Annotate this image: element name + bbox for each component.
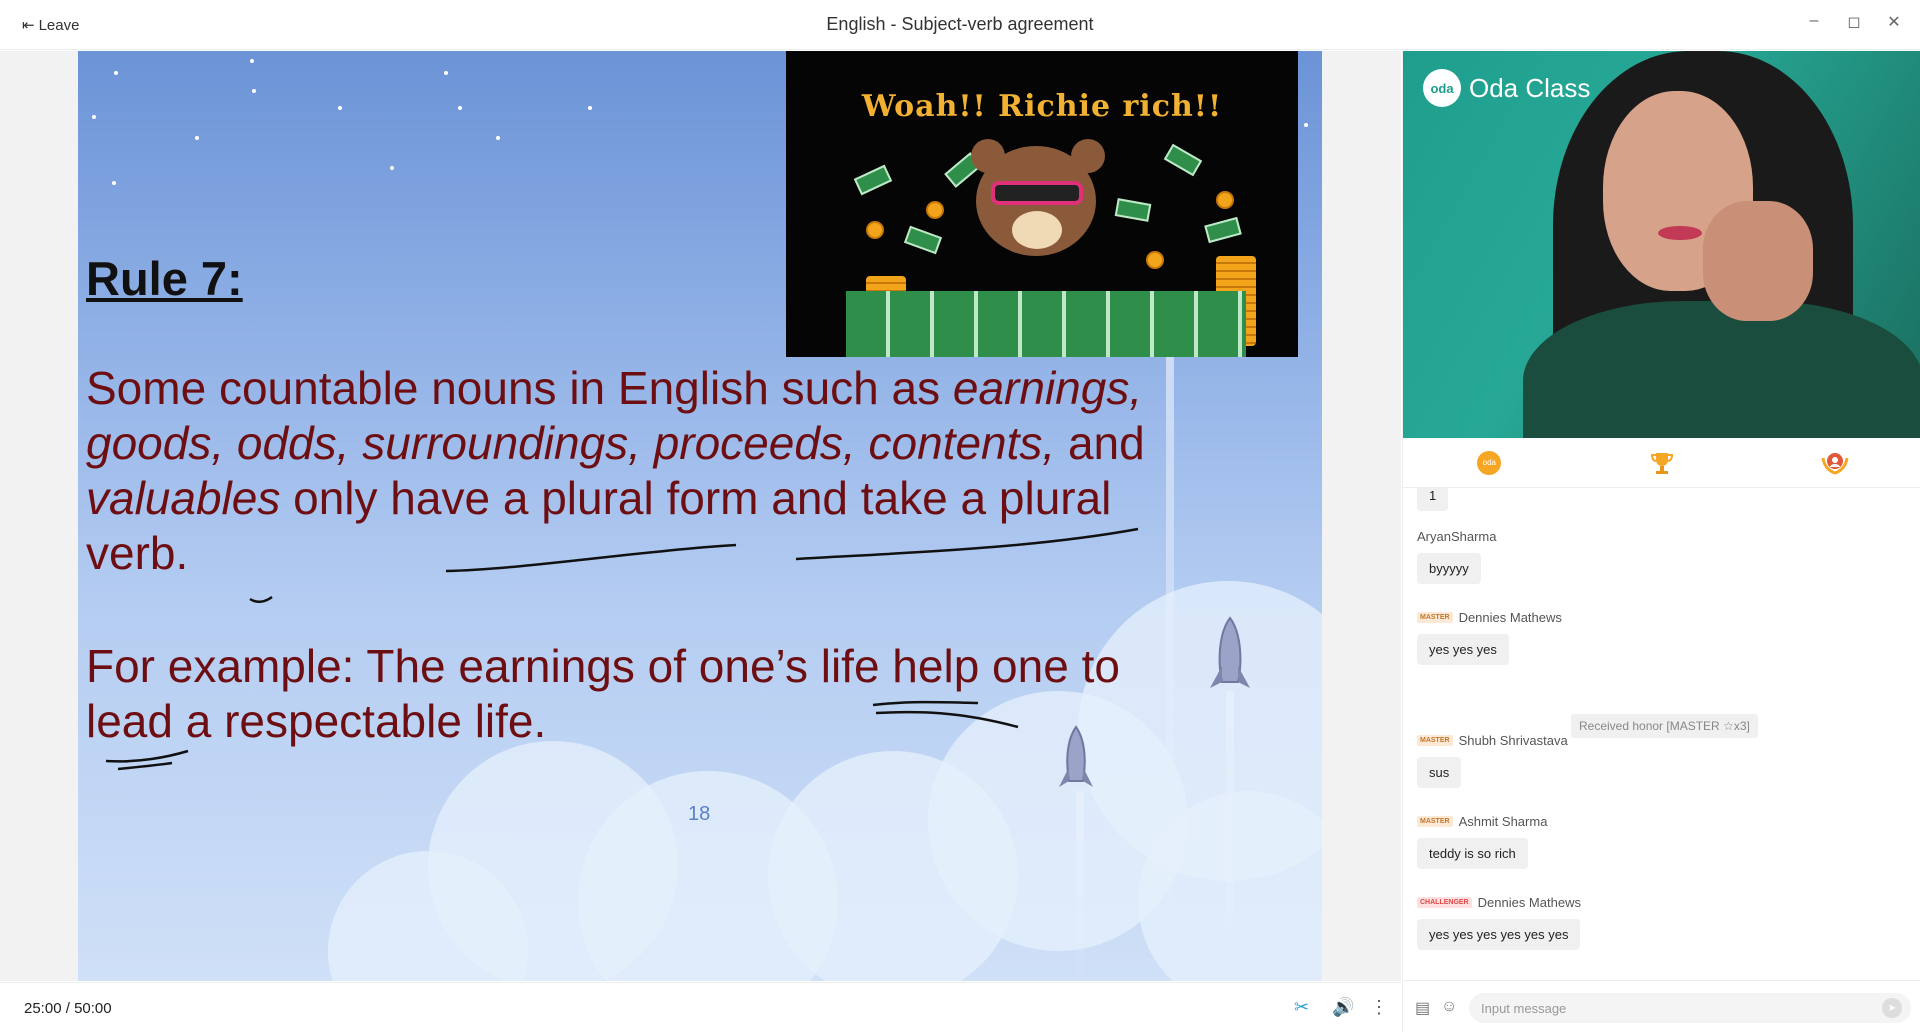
teacher-video: oda Oda Class [1403,51,1920,438]
bear-muzzle [1012,211,1062,249]
maximize-icon[interactable]: ◻ [1842,12,1866,32]
chat-message: MASTER Dennies Mathews yes yes yes [1417,608,1562,665]
chat-author: Dennies Mathews [1458,609,1562,625]
coin-decoration [926,201,944,219]
chat-bubble: teddy is so rich [1417,838,1528,869]
chat-bubble: 1 [1417,488,1449,511]
playback-bar: 25:00 / 50:00 ✂ 🔊 ⋮ [0,982,1401,1032]
chat-bubble: yes yes yes yes yes yes [1417,919,1581,950]
coin-decoration [1216,191,1234,209]
teacher-body [1523,301,1920,438]
chat-input-bar: ▤ ☺ ➤ [1403,980,1920,1032]
chat-author: AryanSharma [1417,528,1497,544]
bear-glasses [991,181,1083,205]
slide: Rule 7: Some countable nouns in English … [78,51,1322,981]
oda-logo-icon: oda [1423,69,1461,107]
cash-decoration [1163,143,1203,177]
chat-message: CHALLENGER Dennies Mathews yes yes yes y… [1417,893,1581,950]
honor-notice: Received honor [MASTER ☆x3] [1571,714,1758,738]
teacher-lips [1658,226,1702,240]
total-time: 50:00 [74,1000,112,1017]
challenger-badge: CHALLENGER [1417,896,1472,908]
minimize-icon[interactable]: – [1802,12,1826,30]
time-separator: / [65,1000,70,1017]
title-bar: ⇤ Leave English - Subject-verb agreement… [0,0,1920,50]
message-input[interactable] [1469,993,1911,1023]
send-icon[interactable]: ➤ [1882,998,1902,1018]
chat-author-row: MASTER Ashmit Sharma [1417,812,1547,830]
cash-pile-decoration [846,291,1246,357]
master-badge: MASTER [1417,611,1453,623]
playback-time: 25:00 / 50:00 [24,1000,112,1017]
emoji-icon[interactable]: ☺ [1441,998,1457,1016]
honor-badge-icon [1821,452,1849,475]
chat-author: Shubh Shrivastava [1458,732,1568,748]
cash-decoration [903,225,943,255]
chat-author-row: CHALLENGER Dennies Mathews [1417,893,1581,911]
master-badge: MASTER [1417,734,1453,746]
chat-message: MASTER Shubh Shrivastava sus [1417,731,1568,788]
teacher-hand [1703,201,1813,321]
chat-author-row: MASTER Dennies Mathews [1417,608,1562,626]
cash-decoration [853,164,893,196]
more-options-icon[interactable]: ⋮ [1370,997,1388,1018]
brand-watermark: oda Oda Class [1423,69,1590,107]
gif-caption: Woah!! Richie rich!! [861,89,1223,124]
trophy-icon [1650,452,1673,474]
coin-decoration [866,221,884,239]
oda-coin-icon: oda [1477,450,1502,475]
tab-honors[interactable] [1815,445,1855,481]
elapsed-time: 25:00 [24,1000,62,1017]
richie-rich-gif: Woah!! Richie rich!! [786,51,1298,357]
cash-decoration [1204,216,1242,244]
cash-decoration [1114,198,1152,222]
brand-name: Oda Class [1469,72,1591,103]
chat-bubble: yes yes yes [1417,634,1509,665]
quick-reply-icon[interactable]: ▤ [1415,998,1430,1018]
chat-message: MASTER Ashmit Sharma teddy is so rich [1417,812,1547,869]
coin-decoration [1146,251,1164,269]
close-icon[interactable]: ✕ [1882,12,1906,32]
chat-message: 1 [1417,488,1449,511]
chat-bubble: byyyyy [1417,553,1481,584]
tab-leaderboard[interactable] [1642,445,1682,481]
master-badge: MASTER [1417,815,1453,827]
window-title: English - Subject-verb agreement [826,14,1094,34]
slide-stage: Rule 7: Some countable nouns in English … [0,51,1401,981]
chat-message: AryanSharma byyyyy [1417,527,1496,584]
volume-icon[interactable]: 🔊 [1332,997,1354,1018]
chat-list: 1 AryanSharma byyyyy MASTER Dennies Math… [1403,488,1920,980]
side-panel: oda Oda Class oda 1 AryanSharma byyyyy M… [1402,51,1920,1032]
tab-oda-coins[interactable]: oda [1469,445,1509,481]
chat-author: Ashmit Sharma [1458,813,1548,829]
scissors-icon[interactable]: ✂ [1294,997,1309,1018]
chat-bubble: sus [1417,757,1462,788]
panel-tabs: oda [1403,438,1920,488]
chat-author: Dennies Mathews [1477,894,1581,910]
chat-author-row: MASTER Shubh Shrivastava [1417,731,1568,749]
